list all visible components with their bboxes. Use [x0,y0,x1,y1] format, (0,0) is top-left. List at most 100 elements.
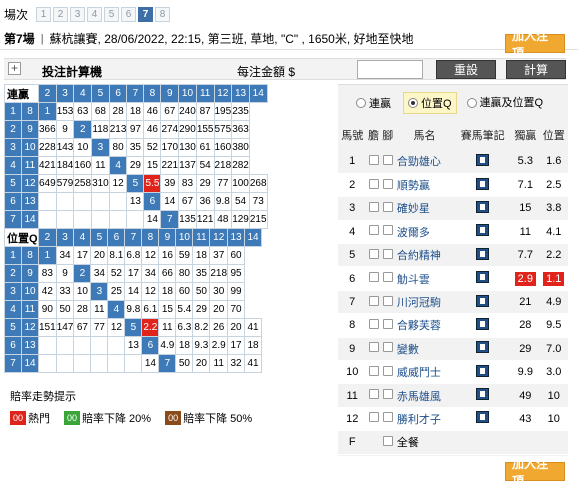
race-note-icon[interactable] [476,271,490,284]
place_q-odds-cell[interactable]: 14 [124,282,143,301]
place_q-odds-cell[interactable]: 28 [73,300,92,319]
race-number-5[interactable]: 5 [104,6,120,22]
place_q-odds-cell[interactable]: 83 [38,264,57,283]
place_q-odds-cell[interactable]: 9.8 [124,300,143,319]
quinella-odds-cell[interactable]: 143 [55,138,75,157]
horse-name[interactable]: 赤馬雄風 [394,383,455,408]
horse-name[interactable]: 威威鬥士 [394,360,455,385]
quinella-odds-cell[interactable]: 12 [108,174,128,193]
quinella-odds-cell[interactable]: 195 [213,102,233,121]
quinella-odds-cell[interactable]: 100 [231,174,250,193]
race-number-4[interactable]: 4 [87,6,103,22]
quinella-odds-cell[interactable]: 228 [38,138,57,157]
place_q-odds-cell[interactable]: 70 [227,300,246,319]
quinella-odds-cell[interactable]: 13 [126,192,145,211]
quinella-odds-cell[interactable]: 160 [213,138,233,157]
place_q-odds-cell[interactable]: 34 [90,264,109,283]
quinella-odds-cell[interactable]: 290 [178,120,197,139]
race-number-3[interactable]: 3 [70,6,86,22]
quinella-odds-cell[interactable]: 9.8 [213,192,233,211]
quinella-odds-cell[interactable]: 46 [143,120,162,139]
place_q-odds-cell[interactable]: 2.2 [141,318,160,337]
quinella-odds-cell[interactable]: 282 [231,156,250,175]
race-note-icon[interactable] [476,317,490,330]
race-note-icon[interactable] [476,341,490,354]
expand-plus-icon[interactable]: + [8,62,21,75]
place_q-odds-cell[interactable]: 20 [227,318,246,337]
quinella-odds-cell[interactable]: 170 [160,138,180,157]
race-number-7[interactable]: 7 [138,6,154,22]
place_q-odds-cell[interactable]: 18 [175,336,194,355]
banker-checkbox[interactable] [368,178,379,189]
place_q-odds-cell[interactable]: 77 [90,318,109,337]
quinella-odds-cell[interactable]: 54 [195,156,215,175]
place_q-odds-cell[interactable]: 20 [209,300,229,319]
quinella-odds-cell[interactable]: 213 [108,120,128,139]
place_q-odds-cell[interactable]: 17 [124,264,143,283]
place_q-odds-cell[interactable]: 8.1 [107,246,126,265]
quinella-odds-cell[interactable]: 5.5 [143,174,162,193]
place_q-odds-cell[interactable]: 18 [192,246,211,265]
place_q-odds-cell[interactable]: 4.9 [158,336,177,355]
race-number-1[interactable]: 1 [36,6,52,22]
race-note-icon[interactable] [476,388,490,401]
place_q-odds-cell[interactable]: 20 [192,354,211,373]
quinella-odds-cell[interactable]: 63 [73,102,93,121]
radio-button[interactable] [408,98,418,108]
add-bet-button-bottom[interactable]: 加入注項 [505,457,565,484]
place_q-odds-cell[interactable]: 41 [244,354,263,373]
leg-checkbox[interactable] [382,412,393,423]
radio-button[interactable] [466,98,477,108]
place_q-odds-cell[interactable]: 147 [55,318,75,337]
radio-button[interactable] [356,98,366,108]
race-number-2[interactable]: 2 [53,6,69,22]
leg-checkbox[interactable] [382,272,393,283]
quinella-odds-cell[interactable]: 67 [160,102,180,121]
quinella-odds-cell[interactable]: 46 [143,102,162,121]
place_q-odds-cell[interactable]: 6.3 [175,318,194,337]
leg-checkbox[interactable] [382,295,393,306]
place_q-odds-cell[interactable]: 11 [158,318,177,337]
horse-name[interactable]: 合夥芙蓉 [394,313,455,338]
leg-checkbox[interactable] [382,201,393,212]
leg-checkbox[interactable] [382,154,393,165]
quinella-odds-cell[interactable]: 218 [213,156,233,175]
quinella-odds-cell[interactable]: 54 [231,192,250,211]
place_q-odds-cell[interactable]: 52 [107,264,126,283]
banker-checkbox[interactable] [368,389,379,400]
quinella-odds-cell[interactable]: 421 [38,156,57,175]
place_q-odds-cell[interactable]: 60 [175,282,194,301]
quinella-odds-cell[interactable]: 129 [231,210,250,229]
quinella-odds-cell[interactable]: 363 [231,120,250,139]
place_q-odds-cell[interactable]: 11 [209,354,229,373]
place_q-odds-cell[interactable]: 32 [227,354,246,373]
quinella-odds-cell[interactable]: 14 [160,192,180,211]
quinella-odds-cell[interactable]: 39 [160,174,180,193]
quinella-odds-cell[interactable]: 11 [91,156,110,175]
race-note-icon[interactable] [476,294,490,307]
race-note-icon[interactable] [476,200,490,213]
quinella-odds-cell[interactable]: 221 [160,156,180,175]
quinella-odds-cell[interactable]: 258 [73,174,93,193]
place_q-odds-cell[interactable]: 34 [55,246,75,265]
quinella-odds-cell[interactable]: 10 [73,138,93,157]
place_q-odds-cell[interactable]: 9 [55,264,75,283]
place_q-odds-cell[interactable]: 50 [55,300,75,319]
quinella-odds-cell[interactable]: 268 [248,174,268,193]
leg-checkbox[interactable] [382,342,393,353]
banker-checkbox[interactable] [368,295,379,306]
horse-name[interactable]: 合約精神 [394,243,455,268]
horse-name[interactable]: 觔斗雲 [394,266,455,291]
place_q-odds-cell[interactable]: 18 [158,282,177,301]
place_q-odds-cell[interactable]: 26 [209,318,229,337]
banker-checkbox[interactable] [368,272,379,283]
leg-checkbox[interactable] [382,178,393,189]
place_q-odds-cell[interactable]: 15 [158,300,177,319]
quinella-odds-cell[interactable]: 80 [108,138,128,157]
leg-checkbox[interactable] [382,318,393,329]
quinella-odds-cell[interactable]: 35 [126,138,145,157]
quinella-odds-cell[interactable]: 310 [91,174,110,193]
quinella-odds-cell[interactable]: 121 [195,210,215,229]
quinella-odds-cell[interactable]: 130 [178,138,197,157]
race-number-6[interactable]: 6 [121,6,137,22]
